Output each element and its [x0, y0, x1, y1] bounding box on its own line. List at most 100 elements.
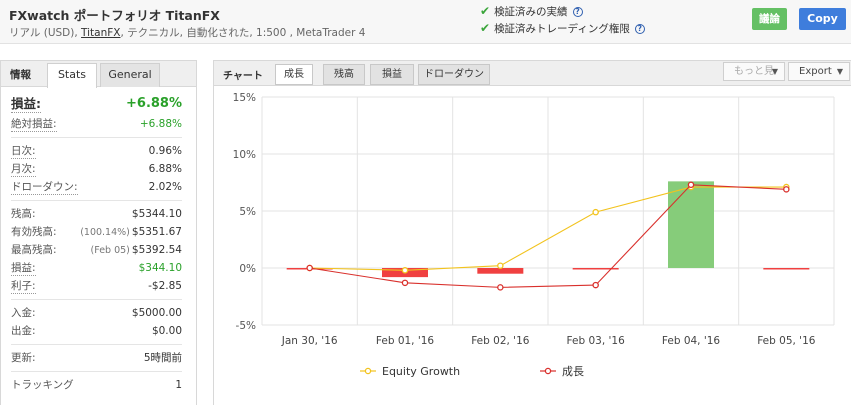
equity-label: 有効残高:	[11, 226, 57, 238]
interest-value: -$2.85	[148, 280, 182, 292]
highest-balance-row: 最高残高: (Feb 05) $5392.54	[11, 241, 182, 259]
chart-legend: Equity Growth 成長	[360, 365, 584, 378]
highest-balance-label: 最高残高:	[11, 244, 57, 256]
y-tick-label: 5%	[239, 206, 256, 218]
series-point	[592, 281, 599, 289]
absolute-gain-value: +6.88%	[139, 118, 182, 130]
tracking-label: トラッキング	[11, 379, 74, 391]
verified-track-record-label: 検証済みの実績	[494, 6, 568, 18]
series-point	[401, 267, 409, 274]
x-tick-label: Jan 30, '16	[281, 335, 338, 347]
tracking-row: トラッキング 1	[11, 376, 182, 394]
interest-label[interactable]: 利子:	[11, 279, 36, 294]
highest-balance-value: (Feb 05) $5392.54	[91, 241, 182, 260]
drawdown-label[interactable]: ドローダウン:	[11, 180, 78, 195]
y-tick-label: 0%	[239, 263, 256, 275]
equity-value: (100.14%) $5351.67	[80, 223, 182, 242]
equity-row: 有効残高: (100.14%) $5351.67	[11, 223, 182, 241]
gain-label[interactable]: 損益:	[11, 96, 41, 113]
daily-row: 日次: 0.96%	[11, 142, 182, 160]
series-point	[592, 208, 599, 216]
highest-balance-amount: $5392.54	[131, 244, 182, 256]
legend-label: 成長	[562, 365, 584, 378]
help-icon[interactable]: ?	[634, 24, 645, 34]
verified-trading-privileges-label: 検証済みトレーディング権限	[494, 23, 630, 35]
drawdown-row: ドローダウン: 2.02%	[11, 178, 182, 196]
info-label: 情報	[10, 69, 31, 81]
tab-growth[interactable]: 成長	[275, 64, 313, 85]
withdrawals-row: 出金: $0.00	[11, 322, 182, 340]
monthly-row: 月次: 6.88%	[11, 160, 182, 178]
chart-grid	[261, 96, 835, 326]
divider	[11, 299, 182, 300]
chart-bar	[668, 181, 714, 268]
balance-label: 残高:	[11, 208, 36, 220]
help-icon[interactable]: ?	[572, 7, 583, 17]
check-icon: ✔	[480, 4, 491, 18]
account-details: , テクニカル, 自動化された, 1:500 , MetaTrader 4	[120, 27, 366, 39]
profit-label[interactable]: 損益:	[11, 261, 36, 276]
tab-drawdown[interactable]: ドローダウン	[418, 64, 490, 85]
monthly-label[interactable]: 月次:	[11, 162, 36, 177]
series-point	[497, 284, 504, 291]
tab-stats[interactable]: Stats	[47, 63, 97, 88]
x-tick-label: Feb 05, '16	[757, 335, 816, 347]
interest-row: 利子: -$2.85	[11, 277, 182, 295]
y-axis-labels: -5% 0% 5% 10% 15%	[233, 92, 256, 332]
daily-label[interactable]: 日次:	[11, 144, 36, 159]
legend-label: Equity Growth	[382, 365, 460, 378]
updated-row: 更新: 5時間前	[11, 349, 182, 367]
monthly-value: 6.88%	[148, 163, 182, 175]
legend-marker	[544, 367, 552, 375]
divider	[11, 344, 182, 345]
withdrawals-value: $0.00	[151, 325, 182, 337]
tab-profit[interactable]: 損益	[370, 64, 414, 85]
equity-amount: $5351.67	[131, 226, 182, 238]
gain-row: 損益: +6.88%	[11, 93, 182, 115]
y-tick-label: -5%	[236, 320, 256, 332]
divider	[11, 137, 182, 138]
tab-general[interactable]: General	[100, 63, 160, 87]
chart-label: チャート	[223, 71, 263, 82]
chart-tab-bar: チャート 成長 残高 損益 ドローダウン もっと見 ▼ Export ▼	[214, 61, 851, 86]
verified-track-record: ✔ 検証済みの実績?	[480, 4, 583, 19]
tracking-value: 1	[175, 379, 182, 391]
series-point	[497, 262, 504, 269]
y-tick-label: 15%	[233, 92, 256, 104]
broker-link[interactable]: TitanFX	[81, 27, 120, 39]
drawdown-value: 2.02%	[148, 181, 182, 193]
stats-panel: 情報 Stats General 損益: +6.88% 絶対損益: +6.88%…	[0, 60, 197, 405]
chart-panel: チャート 成長 残高 損益 ドローダウン もっと見 ▼ Export ▼ -5% 0%…	[213, 60, 851, 405]
legend-marker	[364, 367, 372, 375]
copy-button[interactable]: Copy	[799, 8, 846, 30]
page-header: FXwatch ポートフォリオ TitanFX リアル (USD), Titan…	[0, 0, 851, 44]
x-tick-label: Feb 02, '16	[471, 335, 530, 347]
x-tick-label: Feb 01, '16	[376, 335, 435, 347]
gain-value: +6.88%	[126, 96, 182, 111]
divider	[11, 200, 182, 201]
account-info: リアル (USD), TitanFX, テクニカル, 自動化された, 1:500…	[9, 25, 365, 40]
chevron-down-icon: ▼	[836, 67, 843, 76]
deposits-row: 入金: $5000.00	[11, 304, 182, 322]
verified-trading-privileges: ✔ 検証済みトレーディング権限?	[480, 21, 645, 36]
daily-value: 0.96%	[148, 145, 182, 157]
x-tick-label: Feb 04, '16	[662, 335, 721, 347]
export-label: Export	[799, 66, 832, 77]
discuss-button[interactable]: 議論	[752, 8, 787, 30]
account-type: リアル (USD),	[9, 27, 82, 39]
chevron-down-icon: ▼	[771, 67, 778, 76]
profit-row: 損益: $344.10	[11, 259, 182, 277]
divider	[11, 371, 182, 372]
growth-chart: -5% 0% 5% 10% 15% Jan 30, '16 Feb 01, '16 Feb …	[233, 92, 835, 378]
page-title: FXwatch ポートフォリオ TitanFX	[9, 8, 220, 23]
more-button[interactable]: もっと見 ▼	[723, 62, 785, 81]
absolute-gain-label[interactable]: 絶対損益:	[11, 117, 57, 132]
tab-balance[interactable]: 残高	[323, 64, 365, 85]
updated-label: 更新:	[11, 352, 36, 364]
deposits-label: 入金:	[11, 307, 36, 319]
withdrawals-label: 出金:	[11, 325, 36, 337]
absolute-gain-row: 絶対損益: +6.88%	[11, 115, 182, 133]
series-point	[783, 186, 790, 193]
equity-percent: (100.14%)	[80, 227, 130, 238]
export-button[interactable]: Export ▼	[788, 62, 850, 81]
